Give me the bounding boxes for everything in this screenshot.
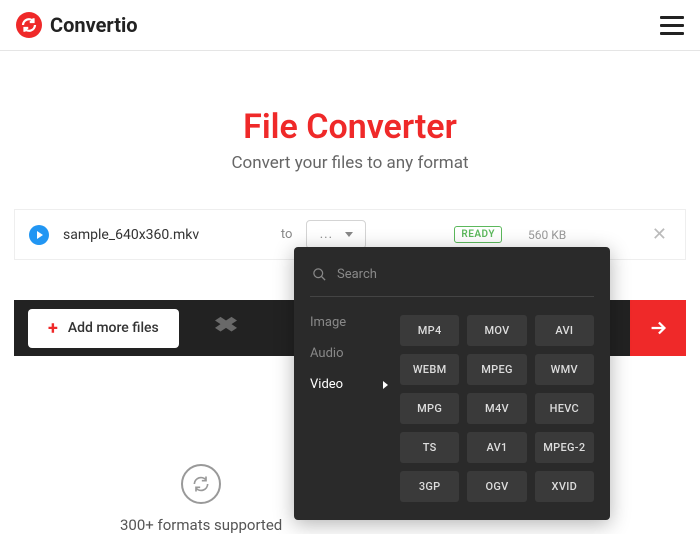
format-option[interactable]: TS [400, 432, 459, 463]
file-name: sample_640x360.mkv [63, 227, 199, 243]
plus-icon: + [48, 318, 58, 339]
brand-logo[interactable]: Convertio [16, 12, 138, 38]
status-badge: READY [454, 226, 502, 243]
format-option[interactable]: 3GP [400, 471, 459, 502]
format-option[interactable]: MOV [467, 315, 526, 346]
format-option[interactable]: AVI [535, 315, 594, 346]
convertio-icon [16, 12, 42, 38]
feature-text: 300+ formats supported [120, 516, 282, 534]
feature-formats: 300+ formats supported [120, 464, 282, 534]
format-option[interactable]: MPEG-2 [535, 432, 594, 463]
format-option[interactable]: MP4 [400, 315, 459, 346]
page-subtitle: Convert your files to any format [20, 153, 680, 173]
chevron-right-icon [383, 381, 388, 389]
brand-name: Convertio [50, 13, 138, 37]
refresh-icon [181, 464, 221, 504]
format-option[interactable]: WMV [535, 354, 594, 385]
format-search-input[interactable] [337, 267, 592, 282]
page-title: File Converter [20, 107, 680, 147]
format-option[interactable]: WEBM [400, 354, 459, 385]
format-option[interactable]: MPG [400, 393, 459, 424]
format-option[interactable]: HEVC [535, 393, 594, 424]
to-label: to [281, 227, 293, 242]
file-size: 560 KB [528, 228, 566, 242]
format-grid: MP4 MOV AVI WEBM MPEG WMV MPG M4V HEVC T… [400, 315, 594, 502]
remove-file-button[interactable]: ✕ [648, 224, 671, 245]
video-file-icon [29, 225, 49, 245]
convert-button[interactable] [630, 300, 686, 356]
menu-button[interactable] [660, 16, 684, 35]
format-option[interactable]: MPEG [467, 354, 526, 385]
add-more-files-button[interactable]: + Add more files [28, 309, 179, 348]
dropbox-icon[interactable] [215, 315, 237, 341]
category-image[interactable]: Image [310, 315, 388, 330]
format-select[interactable]: ... [306, 220, 366, 249]
format-dropdown: Image Audio Video MP4 MOV AVI WEBM MPEG … [294, 247, 610, 520]
add-more-label: Add more files [68, 320, 159, 336]
chevron-down-icon [345, 232, 353, 237]
format-option[interactable]: M4V [467, 393, 526, 424]
category-audio[interactable]: Audio [310, 346, 388, 361]
category-video[interactable]: Video [310, 377, 388, 392]
format-option[interactable]: AV1 [467, 432, 526, 463]
format-placeholder: ... [320, 227, 333, 242]
format-option[interactable]: OGV [467, 471, 526, 502]
format-option[interactable]: XVID [535, 471, 594, 502]
search-icon [312, 267, 327, 282]
